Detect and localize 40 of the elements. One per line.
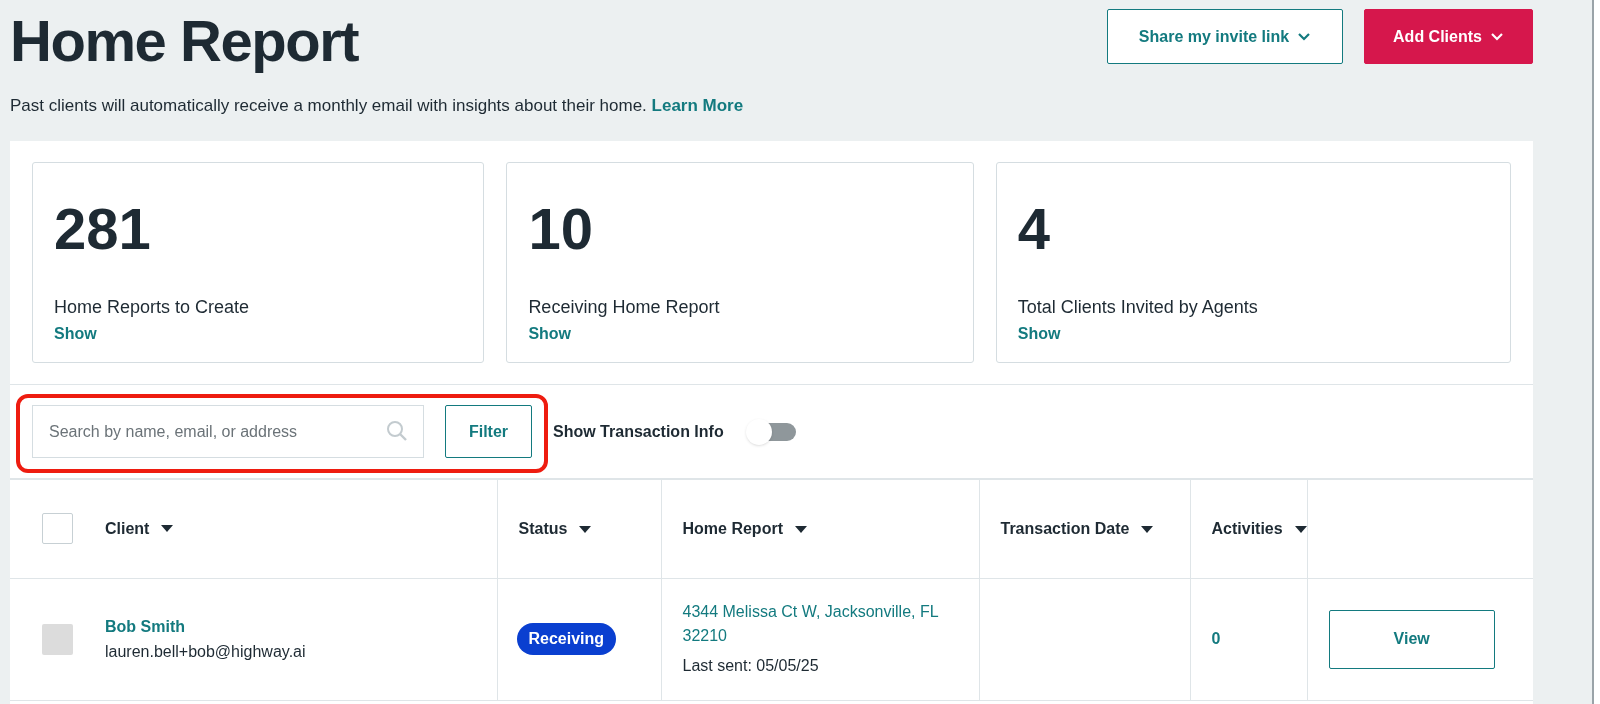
last-sent-text: Last sent: 05/05/25 [682,656,820,676]
add-clients-button[interactable]: Add Clients [1364,9,1533,64]
sort-caret-icon [1141,525,1154,534]
sort-caret-icon [794,525,807,534]
stat-value: 4 [1017,195,1051,263]
filter-button[interactable]: Filter [445,405,532,458]
column-header[interactable]: Status [518,519,568,537]
share-link-button[interactable]: Share my invite link [1107,9,1343,64]
view-button[interactable]: View [1328,609,1495,669]
activities-count-link[interactable]: 0 [1211,630,1221,647]
stat-label: Total Clients Invited by Agents [1017,296,1259,318]
toggle-label: Show Transaction Info [553,421,724,442]
select-all-checkbox[interactable] [42,513,73,545]
search-icon [386,420,408,442]
show-link[interactable]: Show [1017,322,1061,346]
learn-more-link[interactable]: Learn More [651,96,744,115]
toggle-switch[interactable] [745,418,796,445]
stat-label: Receiving Home Report [528,296,721,318]
address-link[interactable]: 4344 Melissa Ct W, Jacksonville, FL 32210 [682,600,965,648]
column-header[interactable]: Transaction Date [1000,519,1130,537]
client-email: lauren.bell+bob@highway.ai [105,641,306,662]
sort-caret-icon [161,524,174,533]
column-header[interactable]: Activities [1211,519,1283,537]
sort-caret-icon [579,525,592,534]
show-link[interactable]: Show [528,322,572,346]
sort-caret-icon [1294,525,1307,534]
chevron-down-icon [1489,31,1504,42]
page-title: Home Report [10,9,359,73]
search-field[interactable]: Search by name, email, or address [32,405,424,458]
row-checkbox[interactable] [42,623,73,655]
stat-label: Home Reports to Create [54,296,251,318]
show-link[interactable]: Show [54,322,97,346]
column-header[interactable]: Client [105,516,150,541]
status-badge: Receiving [516,623,617,655]
stat-value: 10 [528,195,594,263]
chevron-down-icon [1297,31,1312,42]
stat-value: 281 [54,195,152,263]
intro-text: Past clients will automatically receive a monthly email with insights about their home. Learn More [10,95,745,117]
client-name-link[interactable]: Bob Smith [105,614,185,639]
column-header[interactable]: Home Report [682,519,783,537]
